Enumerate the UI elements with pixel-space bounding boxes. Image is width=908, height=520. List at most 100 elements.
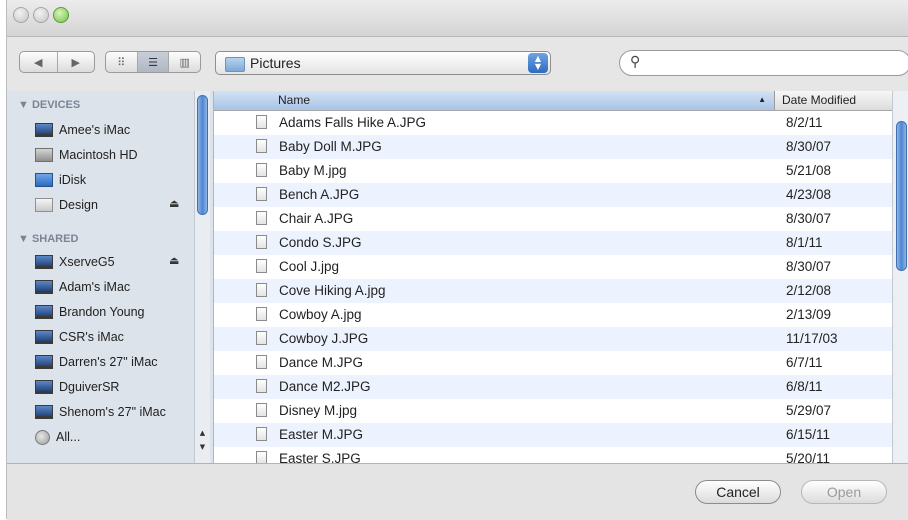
file-date: 11/17/03: [786, 331, 838, 346]
sidebar-scroll-thumb[interactable]: [197, 95, 208, 215]
imac-icon: [35, 330, 53, 344]
location-label: Pictures: [250, 55, 301, 71]
back-button[interactable]: ◀: [20, 52, 57, 72]
file-row[interactable]: Cowboy A.jpg 2/13/09: [214, 303, 892, 327]
imac-icon: [35, 405, 53, 419]
sidebar-item-darrens-imac[interactable]: Darren's 27" iMac: [35, 351, 195, 373]
icon-view-button[interactable]: ⠿: [106, 52, 137, 72]
devices-header[interactable]: ▼ DEVICES: [18, 99, 80, 111]
file-list: Name ▲ Date Modified Adams Falls Hike A.…: [214, 91, 892, 463]
sidebar-item-brandon-young[interactable]: Brandon Young: [35, 301, 195, 323]
list-view-icon: ☰: [148, 55, 158, 69]
image-file-icon: [256, 379, 267, 393]
cancel-button[interactable]: Cancel: [695, 480, 781, 504]
image-file-icon: [256, 403, 267, 417]
open-button[interactable]: Open: [801, 480, 887, 504]
search-input[interactable]: [650, 54, 904, 71]
file-date: 8/30/07: [786, 211, 832, 226]
name-column-label: Name: [278, 93, 311, 107]
file-name: Chair A.JPG: [279, 211, 354, 226]
file-row[interactable]: Easter M.JPG 6/15/11: [214, 423, 892, 447]
close-window-button[interactable]: [13, 7, 29, 23]
list-view-button[interactable]: ☰: [136, 52, 169, 72]
sidebar-scroll-up-icon[interactable]: ▲: [195, 427, 210, 439]
file-date: 2/12/08: [786, 283, 832, 298]
file-name: Bench A.JPG: [279, 187, 360, 202]
file-row[interactable]: Baby Doll M.JPG 8/30/07: [214, 135, 892, 159]
sidebar-item-csrs-imac[interactable]: CSR's iMac: [35, 326, 195, 348]
file-row[interactable]: Chair A.JPG 8/30/07: [214, 207, 892, 231]
file-date: 5/29/07: [786, 403, 832, 418]
disk-icon: [35, 198, 53, 212]
view-mode-control: ⠿ ☰ ▥: [105, 51, 201, 73]
file-name: Cool J.jpg: [279, 259, 340, 274]
shared-header[interactable]: ▼ SHARED: [18, 233, 78, 245]
file-date: 2/13/09: [786, 307, 832, 322]
file-date: 5/20/11: [786, 451, 831, 463]
image-file-icon: [256, 283, 267, 297]
sidebar-item-idisk[interactable]: iDisk: [35, 169, 195, 191]
file-row[interactable]: Cool J.jpg 8/30/07: [214, 255, 892, 279]
file-name: Cowboy A.jpg: [279, 307, 362, 322]
file-row[interactable]: Dance M2.JPG 6/8/11: [214, 375, 892, 399]
file-row[interactable]: Cowboy J.JPG 11/17/03: [214, 327, 892, 351]
image-file-icon: [256, 331, 267, 345]
image-file-icon: [256, 307, 267, 321]
folder-icon: [225, 57, 245, 72]
file-name: Baby M.jpg: [279, 163, 347, 178]
file-date: 8/30/07: [786, 139, 832, 154]
imac-icon: [35, 305, 53, 319]
file-row[interactable]: Disney M.jpg 5/29/07: [214, 399, 892, 423]
hard-disk-icon: [35, 148, 53, 162]
file-name: Dance M2.JPG: [279, 379, 371, 394]
image-file-icon: [256, 451, 267, 463]
search-field[interactable]: ⚲: [619, 50, 908, 76]
sort-ascending-icon: ▲: [758, 95, 766, 104]
file-row[interactable]: Adams Falls Hike A.JPG 8/2/11: [214, 111, 892, 135]
sidebar-item-all[interactable]: All...: [35, 426, 195, 448]
imac-icon: [35, 380, 53, 394]
file-name: Adams Falls Hike A.JPG: [279, 115, 427, 130]
file-row[interactable]: Baby M.jpg 5/21/08: [214, 159, 892, 183]
idisk-icon: [35, 173, 53, 187]
file-date: 5/21/08: [786, 163, 832, 178]
file-name: Easter S.JPG: [279, 451, 361, 463]
name-column-header[interactable]: Name ▲: [214, 91, 775, 110]
date-column-header[interactable]: Date Modified: [782, 93, 856, 107]
sidebar-item-macintosh-hd[interactable]: Macintosh HD: [35, 144, 195, 166]
sidebar-item-adams-imac[interactable]: Adam's iMac: [35, 276, 195, 298]
image-file-icon: [256, 427, 267, 441]
file-name: Condo S.JPG: [279, 235, 362, 250]
file-row[interactable]: Easter S.JPG 5/20/11: [214, 447, 892, 463]
file-list-scrollbar[interactable]: [892, 91, 908, 463]
sidebar-item-dguiversr[interactable]: DguiverSR: [35, 376, 195, 398]
minimize-window-button[interactable]: [33, 7, 49, 23]
sidebar-scrollbar[interactable]: ▲ ▼: [194, 91, 210, 463]
file-date: 8/2/11: [786, 115, 823, 130]
file-list-scroll-thumb[interactable]: [896, 121, 907, 271]
file-date: 8/30/07: [786, 259, 832, 274]
image-file-icon: [256, 235, 267, 249]
image-file-icon: [256, 355, 267, 369]
zoom-window-button[interactable]: [53, 7, 69, 23]
file-date: 6/8/11: [786, 379, 823, 394]
file-name: Dance M.JPG: [279, 355, 364, 370]
popup-arrows-icon: ▲ ▼: [528, 53, 548, 73]
file-row[interactable]: Bench A.JPG 4/23/08: [214, 183, 892, 207]
sidebar-scroll-down-icon[interactable]: ▼: [195, 441, 210, 453]
forward-button[interactable]: ▶: [56, 52, 95, 72]
imac-icon: [35, 123, 53, 137]
eject-design-icon[interactable]: ⏏: [169, 197, 179, 210]
eject-xserve-icon[interactable]: ⏏: [169, 254, 179, 267]
location-popup[interactable]: Pictures ▲ ▼: [215, 51, 551, 75]
file-row[interactable]: Dance M.JPG 6/7/11: [214, 351, 892, 375]
file-row[interactable]: Condo S.JPG 8/1/11: [214, 231, 892, 255]
column-view-button[interactable]: ▥: [168, 52, 200, 72]
file-name: Cove Hiking A.jpg: [279, 283, 386, 298]
search-icon: ⚲: [630, 54, 641, 70]
list-header: Name ▲ Date Modified: [214, 91, 892, 111]
title-bar: [7, 0, 908, 37]
sidebar-item-amees-imac[interactable]: Amee's iMac: [35, 119, 195, 141]
file-row[interactable]: Cove Hiking A.jpg 2/12/08: [214, 279, 892, 303]
sidebar-item-shenoms-imac[interactable]: Shenom's 27" iMac: [35, 401, 195, 423]
